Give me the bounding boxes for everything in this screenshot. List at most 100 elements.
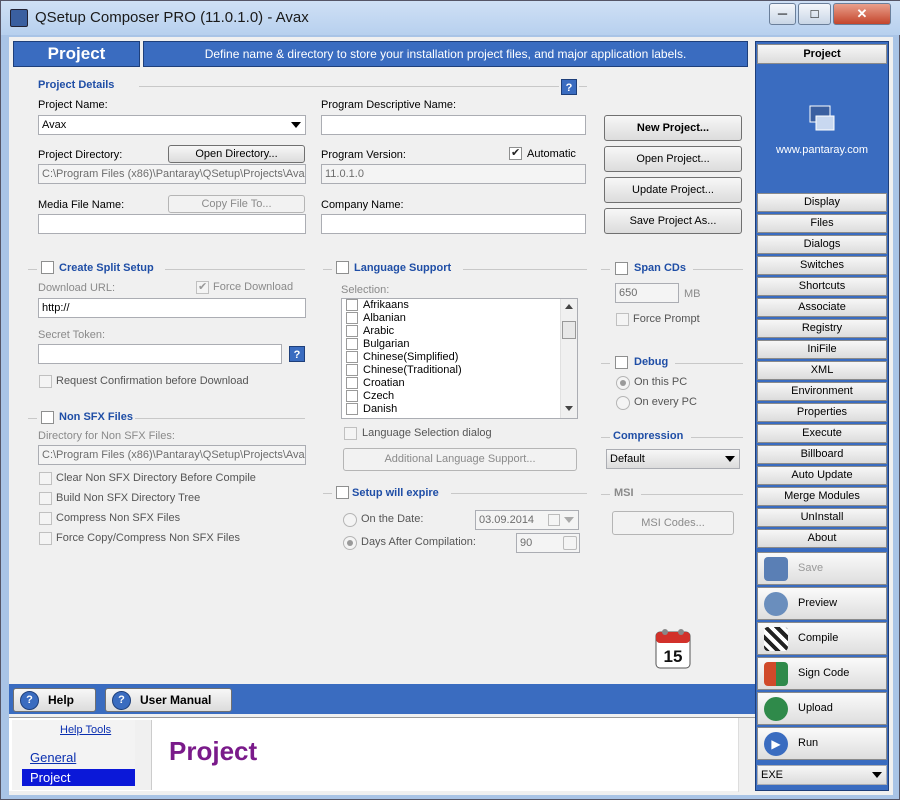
nav-environment[interactable]: Environment xyxy=(757,382,887,401)
nav-xml[interactable]: XML xyxy=(757,361,887,380)
list-item[interactable]: Chinese(Traditional) xyxy=(342,364,577,377)
user-manual-button[interactable]: ? User Manual xyxy=(105,688,232,712)
upload-button[interactable]: Upload xyxy=(757,692,887,725)
date-checkbox[interactable] xyxy=(548,514,560,526)
language-checkbox[interactable] xyxy=(346,325,358,337)
help-button[interactable]: ? Help xyxy=(13,688,96,712)
nav-merge-modules[interactable]: Merge Modules xyxy=(757,487,887,506)
nav-properties[interactable]: Properties xyxy=(757,403,887,422)
list-item[interactable]: Afrikaans xyxy=(342,299,577,312)
debug-every-pc-radio[interactable] xyxy=(616,396,630,410)
sign-code-button[interactable]: Sign Code xyxy=(757,657,887,690)
nav-dialogs[interactable]: Dialogs xyxy=(757,235,887,254)
clear-non-sfx-checkbox[interactable] xyxy=(39,472,52,485)
on-date-radio[interactable] xyxy=(343,513,357,527)
language-dialog-checkbox[interactable] xyxy=(344,427,357,440)
language-checkbox[interactable] xyxy=(346,338,358,350)
website-link[interactable]: www.pantaray.com xyxy=(756,144,888,156)
output-type-combo[interactable]: EXE xyxy=(757,765,887,785)
nav-inifile[interactable]: IniFile xyxy=(757,340,887,359)
preview-button[interactable]: Preview xyxy=(757,587,887,620)
debug-this-pc-radio[interactable] xyxy=(616,376,630,390)
list-item[interactable]: Chinese(Simplified) xyxy=(342,351,577,364)
descriptive-name-input[interactable] xyxy=(321,115,586,135)
list-item[interactable]: Albanian xyxy=(342,312,577,325)
new-project-button[interactable]: New Project... xyxy=(604,115,742,141)
span-cds-checkbox[interactable] xyxy=(615,262,628,275)
force-copy-checkbox[interactable] xyxy=(39,532,52,545)
setup-expire-checkbox[interactable] xyxy=(336,486,349,499)
close-button[interactable]: ✕ xyxy=(833,3,891,25)
nav-files[interactable]: Files xyxy=(757,214,887,233)
language-checkbox[interactable] xyxy=(346,364,358,376)
maximize-button[interactable]: □ xyxy=(798,3,831,25)
build-tree-checkbox[interactable] xyxy=(39,492,52,505)
days-spinner[interactable] xyxy=(563,536,577,550)
force-prompt-checkbox[interactable] xyxy=(616,313,629,326)
expire-date-input[interactable]: 03.09.2014 xyxy=(475,510,579,530)
split-setup-checkbox[interactable] xyxy=(41,261,54,274)
scroll-up-icon[interactable] xyxy=(565,304,573,309)
compile-button[interactable]: Compile xyxy=(757,622,887,655)
help-tools-link[interactable]: Help Tools xyxy=(60,724,111,736)
scroll-thumb[interactable] xyxy=(562,321,576,339)
additional-language-button[interactable]: Additional Language Support... xyxy=(343,448,577,471)
help-tool-project[interactable]: Project xyxy=(22,769,136,786)
nav-execute[interactable]: Execute xyxy=(757,424,887,443)
days-input[interactable]: 90 xyxy=(516,533,580,553)
language-checkbox[interactable] xyxy=(346,390,358,402)
open-directory-button[interactable]: Open Directory... xyxy=(168,145,305,163)
nav-about[interactable]: About xyxy=(757,529,887,548)
nav-billboard[interactable]: Billboard xyxy=(757,445,887,464)
non-sfx-dir-input[interactable]: C:\Program Files (x86)\Pantaray\QSetup\P… xyxy=(38,445,306,465)
msi-codes-button[interactable]: MSI Codes... xyxy=(612,511,734,535)
cd-size-input[interactable]: 650 xyxy=(615,283,679,303)
language-checkbox[interactable] xyxy=(346,351,358,363)
save-button[interactable]: Save xyxy=(757,552,887,585)
nav-shortcuts[interactable]: Shortcuts xyxy=(757,277,887,296)
copy-file-button[interactable]: Copy File To... xyxy=(168,195,305,213)
run-button[interactable]: ▶ Run xyxy=(757,727,887,760)
project-name-combo[interactable]: Avax xyxy=(38,115,306,135)
update-project-button[interactable]: Update Project... xyxy=(604,177,742,203)
nav-display[interactable]: Display xyxy=(757,193,887,212)
company-name-input[interactable] xyxy=(321,214,586,234)
list-item[interactable]: Croatian xyxy=(342,377,577,390)
language-checkbox[interactable] xyxy=(346,403,358,415)
open-project-button[interactable]: Open Project... xyxy=(604,146,742,172)
language-list[interactable]: Afrikaans Albanian Arabic Bulgarian Chin… xyxy=(341,298,578,419)
list-item[interactable]: Arabic xyxy=(342,325,577,338)
secret-token-help-button[interactable]: ? xyxy=(289,346,305,362)
nav-uninstall[interactable]: UnInstall xyxy=(757,508,887,527)
force-download-checkbox[interactable] xyxy=(196,280,209,294)
list-item[interactable]: Bulgarian xyxy=(342,338,577,351)
list-item[interactable]: Czech xyxy=(342,390,577,403)
secret-token-input[interactable] xyxy=(38,344,282,364)
help-scrollbar[interactable] xyxy=(738,718,755,792)
media-file-input[interactable] xyxy=(38,214,306,234)
save-project-as-button[interactable]: Save Project As... xyxy=(604,208,742,234)
language-scrollbar[interactable] xyxy=(560,299,577,418)
language-support-checkbox[interactable] xyxy=(336,261,349,274)
nav-auto-update[interactable]: Auto Update xyxy=(757,466,887,485)
non-sfx-checkbox[interactable] xyxy=(41,411,54,424)
language-checkbox[interactable] xyxy=(346,377,358,389)
language-checkbox[interactable] xyxy=(346,299,358,311)
scroll-down-icon[interactable] xyxy=(565,406,573,411)
language-checkbox[interactable] xyxy=(346,312,358,324)
nav-associate[interactable]: Associate xyxy=(757,298,887,317)
list-item[interactable]: Danish xyxy=(342,403,577,416)
minimize-button[interactable]: ─ xyxy=(769,3,796,25)
debug-checkbox[interactable] xyxy=(615,356,628,369)
nav-registry[interactable]: Registry xyxy=(757,319,887,338)
download-url-input[interactable]: http:// xyxy=(38,298,306,318)
nav-switches[interactable]: Switches xyxy=(757,256,887,275)
request-confirmation-checkbox[interactable] xyxy=(39,375,52,388)
compression-combo[interactable]: Default xyxy=(606,449,740,469)
help-tool-general[interactable]: General xyxy=(30,750,76,765)
project-directory-input[interactable]: C:\Program Files (x86)\Pantaray\QSetup\P… xyxy=(38,164,306,184)
compress-checkbox[interactable] xyxy=(39,512,52,525)
program-version-input[interactable]: 11.0.1.0 xyxy=(321,164,586,184)
days-after-radio[interactable] xyxy=(343,536,357,550)
help-tools-scrollbar[interactable] xyxy=(135,720,151,790)
